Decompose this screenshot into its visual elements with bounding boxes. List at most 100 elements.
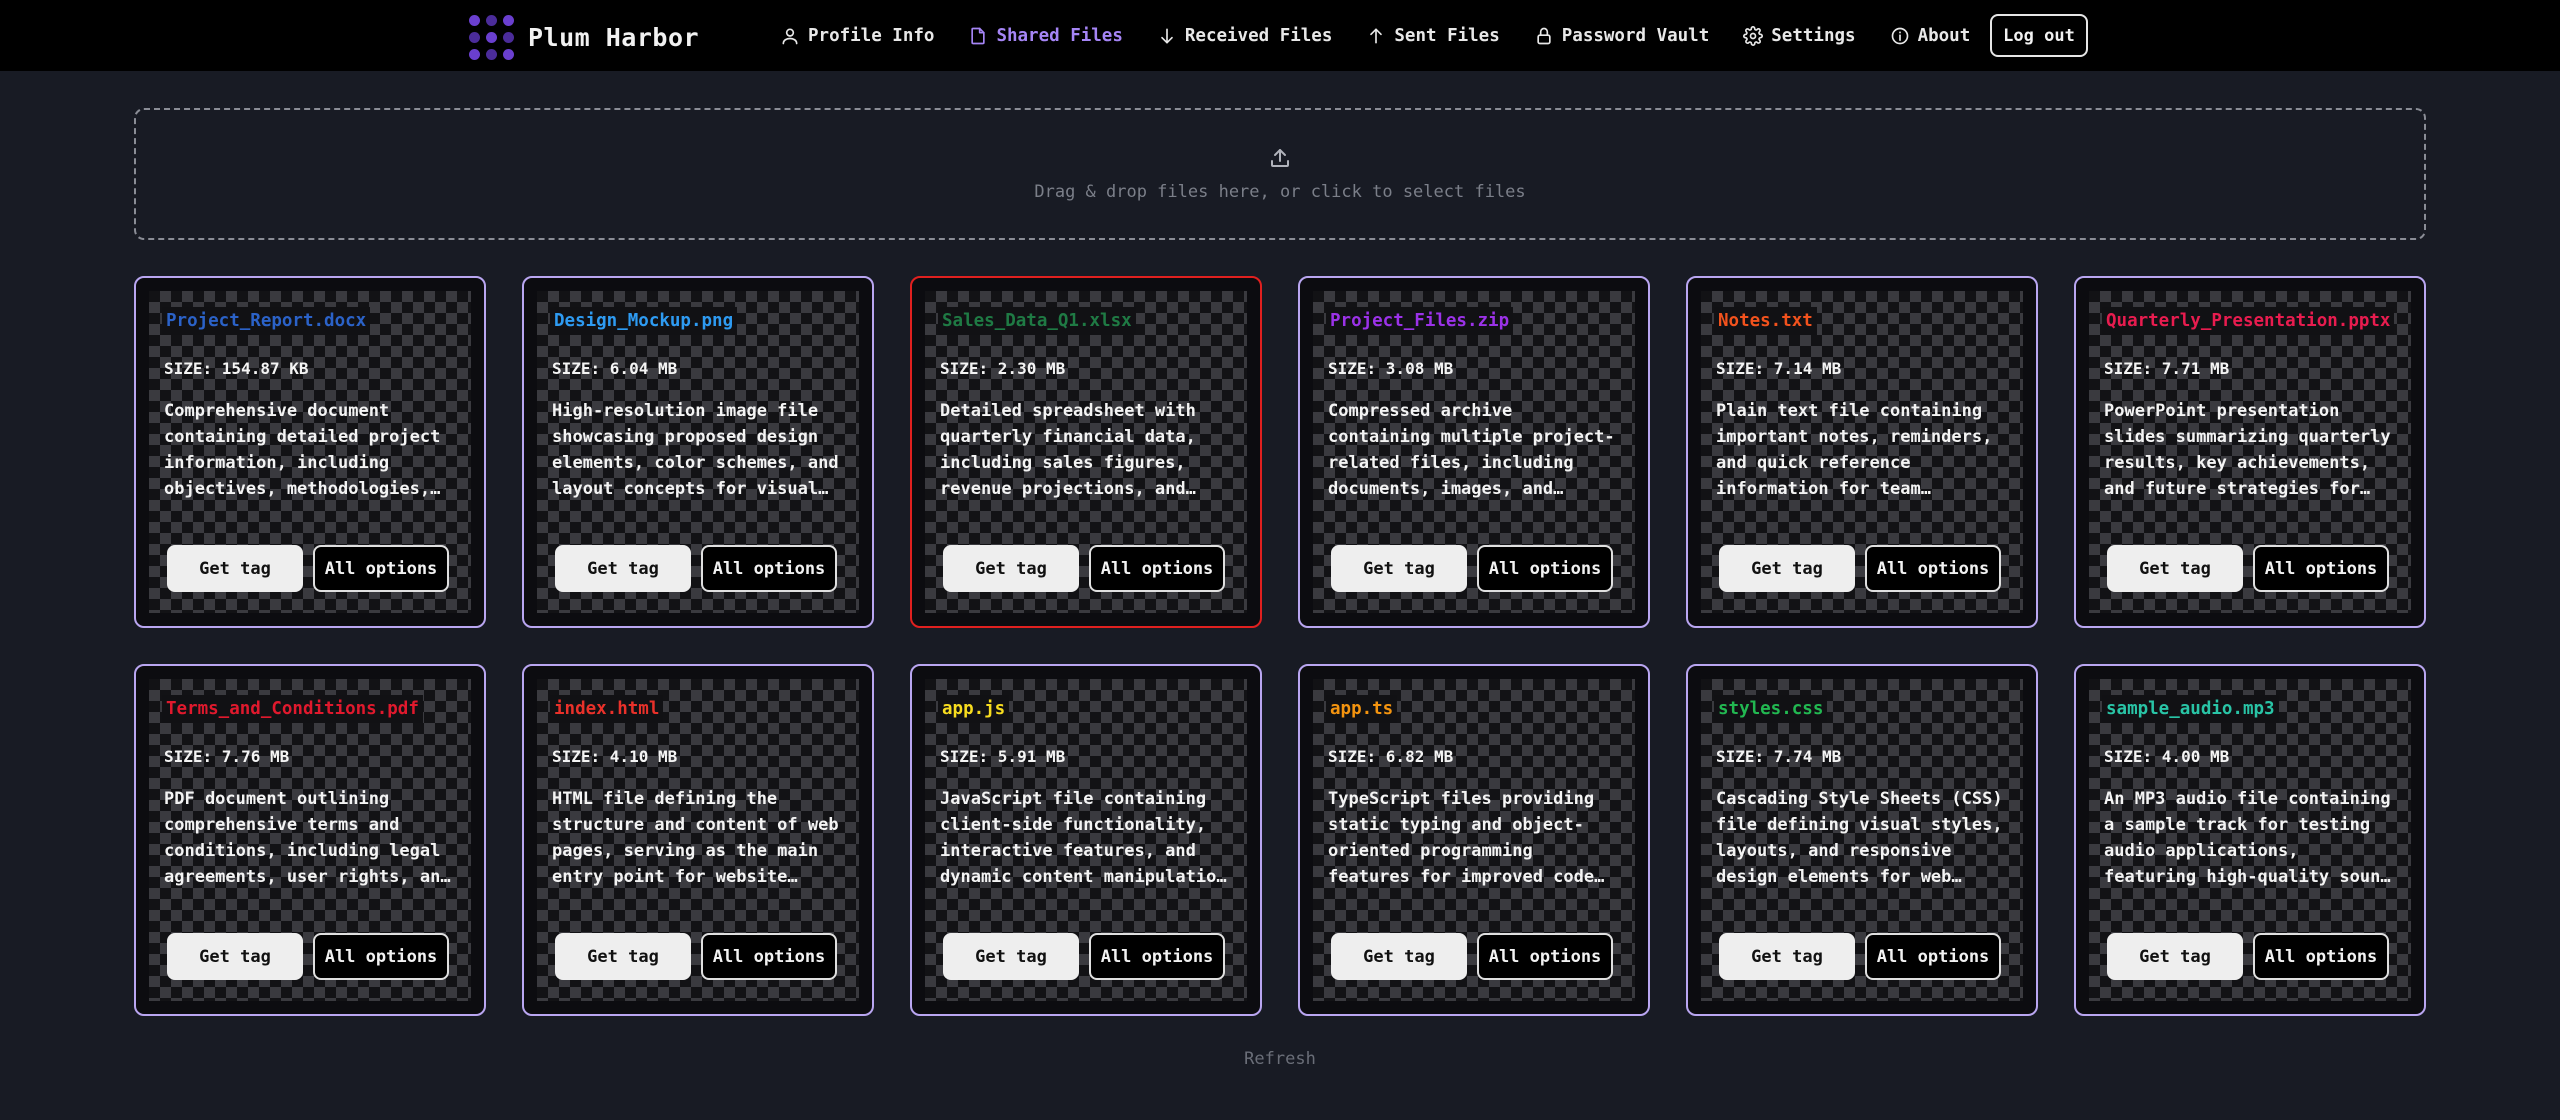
all-options-button[interactable]: All options [2253, 933, 2389, 980]
file-card[interactable]: Quarterly_Presentation.pptx SIZE: 7.71 M… [2074, 276, 2426, 628]
file-size: SIZE: 6.04 MB [552, 359, 678, 378]
file-size: SIZE: 7.74 MB [1716, 747, 1842, 766]
file-card-body: index.html SIZE: 4.10 MB HTML file defin… [537, 679, 859, 1001]
file-name[interactable]: app.ts [1326, 695, 1398, 723]
nav-item-label: Sent Files [1394, 25, 1500, 46]
user-icon [782, 27, 798, 44]
file-card-body: Project_Report.docx SIZE: 154.87 KB Comp… [149, 291, 471, 613]
get-tag-button[interactable]: Get tag [1331, 545, 1467, 592]
nav-item-sent-files[interactable]: Sent Files [1366, 25, 1500, 46]
file-name[interactable]: index.html [550, 695, 664, 723]
file-card[interactable]: styles.css SIZE: 7.74 MB Cascading Style… [1686, 664, 2038, 1016]
file-card-actions: Get tag All options [1331, 545, 1613, 592]
file-card-body: app.ts SIZE: 6.82 MB TypeScript files pr… [1313, 679, 1635, 1001]
dropzone-text: Drag & drop files here, or click to sele… [1034, 182, 1526, 202]
file-size: SIZE: 2.30 MB [940, 359, 1066, 378]
file-card-actions: Get tag All options [1331, 933, 1613, 980]
file-card-body: Sales_Data_Q1.xlsx SIZE: 2.30 MB Detaile… [925, 291, 1247, 613]
file-card-actions: Get tag All options [2107, 545, 2389, 592]
file-card[interactable]: app.js SIZE: 5.91 MB JavaScript file con… [910, 664, 1262, 1016]
get-tag-button[interactable]: Get tag [1331, 933, 1467, 980]
logout-button[interactable]: Log out [1990, 14, 2088, 57]
file-icon [971, 27, 986, 44]
nav-item-label: Profile Info [808, 25, 935, 46]
all-options-button[interactable]: All options [1477, 933, 1613, 980]
file-name[interactable]: styles.css [1714, 695, 1828, 723]
file-card[interactable]: Project_Report.docx SIZE: 154.87 KB Comp… [134, 276, 486, 628]
file-card[interactable]: Project_Files.zip SIZE: 3.08 MB Compress… [1298, 276, 1650, 628]
all-options-button[interactable]: All options [1089, 933, 1225, 980]
all-options-button[interactable]: All options [1865, 545, 2001, 592]
all-options-button[interactable]: All options [313, 545, 449, 592]
file-card-body: Notes.txt SIZE: 7.14 MB Plain text file … [1701, 291, 2023, 613]
file-card[interactable]: Design_Mockup.png SIZE: 6.04 MB High-res… [522, 276, 874, 628]
lock-icon [1537, 27, 1551, 44]
arrow-up-icon [1370, 28, 1383, 44]
arrow-down-icon [1161, 28, 1173, 44]
nav-item-label: About [1917, 25, 1971, 46]
file-card-body: Quarterly_Presentation.pptx SIZE: 7.71 M… [2089, 291, 2411, 613]
file-size: SIZE: 7.76 MB [164, 747, 290, 766]
get-tag-button[interactable]: Get tag [1719, 933, 1855, 980]
file-description: Detailed spreadsheet with quarterly fina… [940, 401, 1196, 499]
file-card[interactable]: sample_audio.mp3 SIZE: 4.00 MB An MP3 au… [2074, 664, 2426, 1016]
nav-item-settings[interactable]: Settings [1743, 25, 1856, 46]
all-options-button[interactable]: All options [1477, 545, 1613, 592]
nav-item-received-files[interactable]: Received Files [1157, 26, 1332, 46]
get-tag-button[interactable]: Get tag [167, 933, 303, 980]
refresh-button[interactable]: Refresh [0, 1049, 2560, 1069]
file-card-actions: Get tag All options [943, 933, 1225, 980]
file-card-actions: Get tag All options [555, 933, 837, 980]
all-options-button[interactable]: All options [1089, 545, 1225, 592]
file-card[interactable]: Notes.txt SIZE: 7.14 MB Plain text file … [1686, 276, 2038, 628]
get-tag-button[interactable]: Get tag [555, 933, 691, 980]
file-card[interactable]: Terms_and_Conditions.pdf SIZE: 7.76 MB P… [134, 664, 486, 1016]
file-description: HTML file defining the structure and con… [552, 789, 839, 887]
all-options-button[interactable]: All options [1865, 933, 2001, 980]
nav-item-label: Settings [1771, 25, 1856, 46]
get-tag-button[interactable]: Get tag [555, 545, 691, 592]
file-name[interactable]: Project_Files.zip [1326, 307, 1514, 335]
file-card-body: Project_Files.zip SIZE: 3.08 MB Compress… [1313, 291, 1635, 613]
file-description: High-resolution image file showcasing pr… [552, 401, 839, 499]
file-grid: Project_Report.docx SIZE: 154.87 KB Comp… [134, 276, 2426, 1016]
file-name[interactable]: Quarterly_Presentation.pptx [2102, 307, 2394, 335]
all-options-button[interactable]: All options [313, 933, 449, 980]
all-options-button[interactable]: All options [701, 545, 837, 592]
file-dropzone[interactable]: Drag & drop files here, or click to sele… [134, 108, 2426, 240]
get-tag-button[interactable]: Get tag [1719, 545, 1855, 592]
nav-item-password-vault[interactable]: Password Vault [1534, 26, 1709, 46]
get-tag-button[interactable]: Get tag [167, 545, 303, 592]
all-options-button[interactable]: All options [701, 933, 837, 980]
file-card[interactable]: Sales_Data_Q1.xlsx SIZE: 2.30 MB Detaile… [910, 276, 1262, 628]
file-name[interactable]: Notes.txt [1714, 307, 1817, 335]
get-tag-button[interactable]: Get tag [2107, 545, 2243, 592]
file-description: PowerPoint presentation slides summarizi… [2104, 401, 2391, 499]
file-card-actions: Get tag All options [167, 933, 449, 980]
file-card-actions: Get tag All options [167, 545, 449, 592]
nav-item-profile-info[interactable]: Profile Info [780, 26, 934, 46]
file-description: Compressed archive containing multiple p… [1328, 401, 1615, 499]
file-card[interactable]: index.html SIZE: 4.10 MB HTML file defin… [522, 664, 874, 1016]
app-logo[interactable]: Plum Harbor [469, 15, 699, 60]
get-tag-button[interactable]: Get tag [2107, 933, 2243, 980]
file-name[interactable]: sample_audio.mp3 [2102, 695, 2279, 723]
file-name[interactable]: Terms_and_Conditions.pdf [162, 695, 423, 723]
file-card[interactable]: app.ts SIZE: 6.82 MB TypeScript files pr… [1298, 664, 1650, 1016]
gear-icon [1743, 25, 1764, 46]
file-name[interactable]: app.js [938, 695, 1010, 723]
file-card-body: Terms_and_Conditions.pdf SIZE: 7.76 MB P… [149, 679, 471, 1001]
file-name[interactable]: Sales_Data_Q1.xlsx [938, 307, 1136, 335]
file-name[interactable]: Project_Report.docx [162, 307, 371, 335]
file-description: Cascading Style Sheets (CSS) file defini… [1716, 789, 2003, 887]
get-tag-button[interactable]: Get tag [943, 545, 1079, 592]
get-tag-button[interactable]: Get tag [943, 933, 1079, 980]
all-options-button[interactable]: All options [2253, 545, 2389, 592]
file-description: Plain text file containing important not… [1716, 401, 1993, 499]
nav-item-about[interactable]: About [1890, 25, 1971, 46]
nav-item-shared-files[interactable]: Shared Files [968, 26, 1123, 46]
file-card-body: sample_audio.mp3 SIZE: 4.00 MB An MP3 au… [2089, 679, 2411, 1001]
file-name[interactable]: Design_Mockup.png [550, 307, 738, 335]
logo-grid-icon [469, 15, 514, 60]
file-description: TypeScript files providing static typing… [1328, 789, 1595, 887]
